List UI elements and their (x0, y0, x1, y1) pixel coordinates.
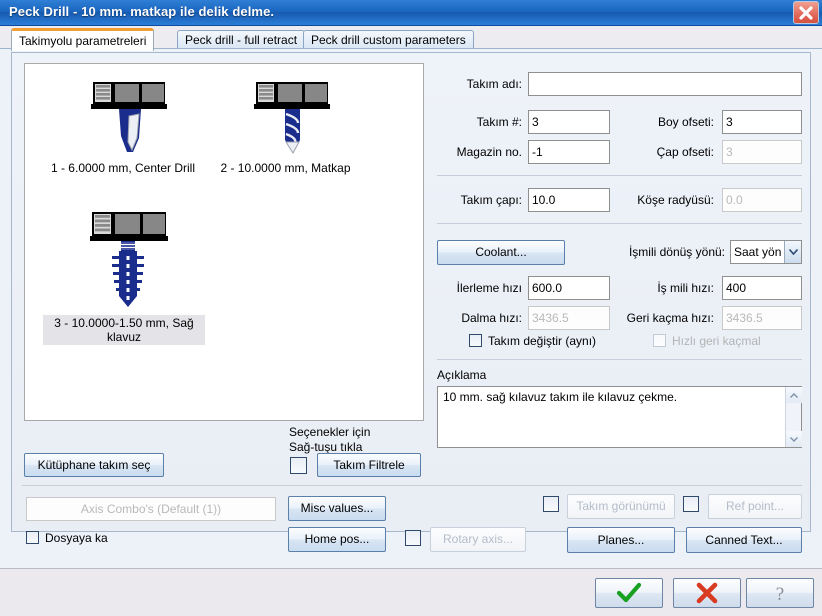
options-hint-line1: Seçenekler için (289, 425, 371, 439)
length-offset-label: Boy ofseti: (657, 115, 714, 129)
description-text: 10 mm. sağ kılavuz takım ile kılavuz çek… (443, 390, 678, 404)
chevron-up-icon[interactable] (786, 387, 802, 403)
tool-number-label: Takım #: (476, 115, 522, 129)
window-title: Peck Drill - 10 mm. matkap ile delik del… (9, 4, 275, 19)
tool-display-checkbox[interactable] (543, 496, 559, 512)
list-item-label: 1 - 6.0000 mm, Center Drill (50, 161, 196, 175)
description-title: Açıklama (437, 368, 487, 382)
plunge-rate-input (528, 306, 610, 330)
cross-icon (696, 582, 718, 604)
tool-number-input[interactable] (528, 110, 610, 134)
form-divider-1 (437, 175, 802, 176)
ok-button[interactable] (595, 578, 663, 608)
planes-button[interactable]: Planes... (567, 527, 675, 553)
toolchange-label: Takım değiştir (aynı) (488, 334, 597, 348)
spindle-rotation-combo[interactable]: Saat yön (730, 240, 802, 264)
close-icon (799, 6, 813, 20)
canned-text-button[interactable]: Canned Text... (686, 527, 802, 553)
magazine-input[interactable] (528, 140, 610, 164)
spindle-rotation-value: Saat yön (734, 245, 782, 259)
spindle-speed-label: İş mili hızı: (657, 281, 714, 295)
filter-checkbox[interactable] (290, 457, 307, 474)
dialog-footer: ? (0, 568, 822, 616)
feed-rate-input[interactable] (528, 276, 610, 300)
svg-text:?: ? (776, 584, 784, 604)
corner-radius-input (722, 188, 802, 212)
diameter-offset-label: Çap ofseti: (656, 145, 714, 159)
axis-combo-field (26, 497, 276, 521)
coolant-button[interactable]: Coolant... (437, 240, 565, 265)
tab-strip: Takimyolu parametreleri Peck drill - ful… (0, 26, 822, 51)
tab-label: Peck drill custom parameters (311, 33, 466, 47)
tap-icon (90, 212, 168, 307)
library-tool-select-button[interactable]: Kütüphane takım seç (24, 453, 164, 477)
spindle-rotation-label: İşmili dönüş yönü: (628, 245, 725, 259)
tool-display-button: Takım görünümü (567, 494, 675, 519)
length-offset-input[interactable] (722, 110, 802, 134)
main-panel: 1 - 6.0000 mm, Center Drill 2 - 10.0000 … (11, 52, 811, 553)
panel-divider (22, 485, 802, 486)
tool-list[interactable]: 1 - 6.0000 mm, Center Drill 2 - 10.0000 … (24, 63, 424, 421)
options-hint-line2: Sağ-tuşu tıkla (289, 440, 363, 454)
misc-values-button[interactable]: Misc values... (288, 496, 386, 521)
list-item[interactable]: 2 - 10.0000 mm, Matkap (203, 76, 368, 176)
help-button[interactable]: ? (746, 578, 814, 608)
question-mark-icon: ? (776, 584, 784, 604)
save-to-file-checkbox[interactable] (26, 531, 39, 544)
feed-rate-label: İlerleme hızı (456, 281, 522, 295)
description-box[interactable]: 10 mm. sağ kılavuz takım ile kılavuz çek… (437, 386, 802, 448)
ref-point-checkbox[interactable] (683, 496, 699, 512)
center-drill-icon (91, 82, 167, 152)
description-scrollbar[interactable] (785, 387, 802, 447)
tab-takimyolu-parametreleri[interactable]: Takimyolu parametreleri (11, 28, 155, 51)
tool-name-input[interactable] (528, 72, 802, 96)
checkmark-icon (616, 582, 642, 603)
spindle-speed-input[interactable] (722, 276, 802, 300)
rotary-axis-button: Rotary axis... (430, 527, 526, 552)
rotary-axis-checkbox[interactable] (405, 530, 421, 546)
tab-label: Peck drill - full retract (185, 33, 298, 47)
home-pos-button[interactable]: Home pos... (288, 527, 386, 552)
corner-radius-label: Köşe radyüsü: (637, 193, 714, 207)
close-button[interactable] (793, 1, 819, 24)
tab-label: Takimyolu parametreleri (19, 34, 147, 48)
list-item-label: 2 - 10.0000 mm, Matkap (220, 161, 351, 175)
cancel-button[interactable] (673, 578, 741, 608)
form-divider-2 (437, 223, 802, 224)
list-item[interactable]: 3 - 10.0000-1.50 mm, Sağ klavuz (43, 206, 205, 345)
drill-icon (253, 82, 330, 154)
diameter-offset-input (722, 140, 802, 164)
toolchange-checkbox[interactable] (469, 334, 482, 347)
tool-diameter-label: Takım çapı: (460, 193, 522, 207)
rapid-retract-checkbox (653, 334, 666, 347)
window-titlebar: Peck Drill - 10 mm. matkap ile delik del… (0, 0, 822, 26)
list-item-label: 3 - 10.0000-1.50 mm, Sağ klavuz (43, 315, 205, 345)
rapid-retract-label: Hızlı geri kaçmal (672, 334, 761, 348)
chevron-down-icon[interactable] (784, 241, 801, 263)
chevron-down-icon[interactable] (786, 431, 802, 447)
form-divider-3 (437, 359, 802, 360)
retract-rate-label: Geri kaçma hızı: (626, 311, 714, 325)
retract-rate-input (722, 306, 802, 330)
save-to-file-label: Dosyaya ka (45, 531, 108, 545)
dialog-body: 1 - 6.0000 mm, Center Drill 2 - 10.0000 … (0, 48, 822, 568)
magazine-label: Magazin no. (456, 145, 522, 159)
ref-point-button: Ref point... (708, 494, 802, 519)
tool-name-label: Takım adı: (466, 77, 522, 91)
plunge-rate-label: Dalma hızı: (461, 311, 522, 325)
tool-diameter-input[interactable] (528, 188, 610, 212)
tool-filter-button[interactable]: Takım Filtrele (317, 453, 421, 477)
list-item[interactable]: 1 - 6.0000 mm, Center Drill (43, 76, 203, 176)
